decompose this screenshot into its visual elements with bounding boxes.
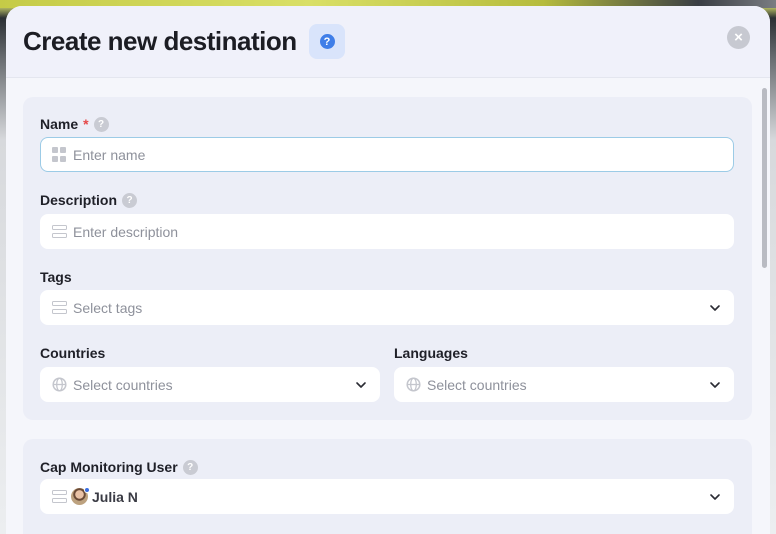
name-placeholder: Enter name <box>73 146 146 163</box>
countries-placeholder: Select countries <box>73 376 173 393</box>
tags-label-text: Tags <box>40 269 72 285</box>
description-help-icon[interactable]: ? <box>122 192 138 208</box>
tags-select[interactable]: Select tags <box>40 290 734 325</box>
countries-select[interactable]: Select countries <box>40 367 380 402</box>
cap-monitoring-label: Cap Monitoring User ? <box>40 459 198 475</box>
name-label: Name * ? <box>40 116 109 132</box>
close-icon: × <box>734 29 743 46</box>
required-marker: * <box>83 116 89 132</box>
languages-select[interactable]: Select countries <box>394 367 734 402</box>
modal-title: Create new destination <box>23 26 297 56</box>
description-input[interactable]: Enter description <box>40 214 734 249</box>
title-help-button[interactable]: ? <box>309 24 345 59</box>
languages-label: Languages <box>394 345 468 361</box>
create-destination-modal: Create new destination ? × Name * ? Ente… <box>6 6 770 534</box>
tags-label: Tags <box>40 269 72 285</box>
cap-monitoring-user-value: Julia N <box>92 488 138 505</box>
question-circle-icon: ? <box>319 34 335 49</box>
name-help-icon[interactable]: ? <box>93 116 109 132</box>
globe-icon <box>406 377 421 392</box>
countries-label-text: Countries <box>40 345 106 361</box>
chevron-down-icon <box>710 305 720 311</box>
cap-monitoring-label-text: Cap Monitoring User <box>40 459 178 475</box>
countries-label: Countries <box>40 345 105 361</box>
chevron-down-icon <box>710 382 720 388</box>
avatar <box>71 487 90 505</box>
name-input[interactable]: Enter name <box>40 137 734 172</box>
cap-monitoring-user-select[interactable]: Julia N <box>40 479 734 514</box>
description-label: Description ? <box>40 192 138 208</box>
languages-placeholder: Select countries <box>427 376 527 393</box>
cap-monitoring-card: Cap Monitoring User ? Julia N <box>23 439 752 534</box>
general-info-card: Name * ? Enter name Description ? Enter … <box>23 97 752 420</box>
modal-scrollbar[interactable] <box>762 88 767 268</box>
list-icon <box>52 225 67 238</box>
modal-header: Create new destination ? × <box>6 6 770 78</box>
chevron-down-icon <box>710 494 720 500</box>
list-icon <box>52 301 67 314</box>
grid-icon <box>52 147 67 162</box>
description-placeholder: Enter description <box>73 223 179 240</box>
list-icon <box>52 490 67 503</box>
online-status-dot <box>84 487 90 493</box>
close-button[interactable]: × <box>727 26 750 49</box>
chevron-down-icon <box>356 382 366 388</box>
cap-monitoring-help-icon[interactable]: ? <box>182 459 198 475</box>
languages-label-text: Languages <box>394 345 468 361</box>
globe-icon <box>52 377 67 392</box>
description-label-text: Description <box>40 192 118 208</box>
tags-placeholder: Select tags <box>73 299 143 316</box>
name-label-text: Name <box>40 116 79 132</box>
